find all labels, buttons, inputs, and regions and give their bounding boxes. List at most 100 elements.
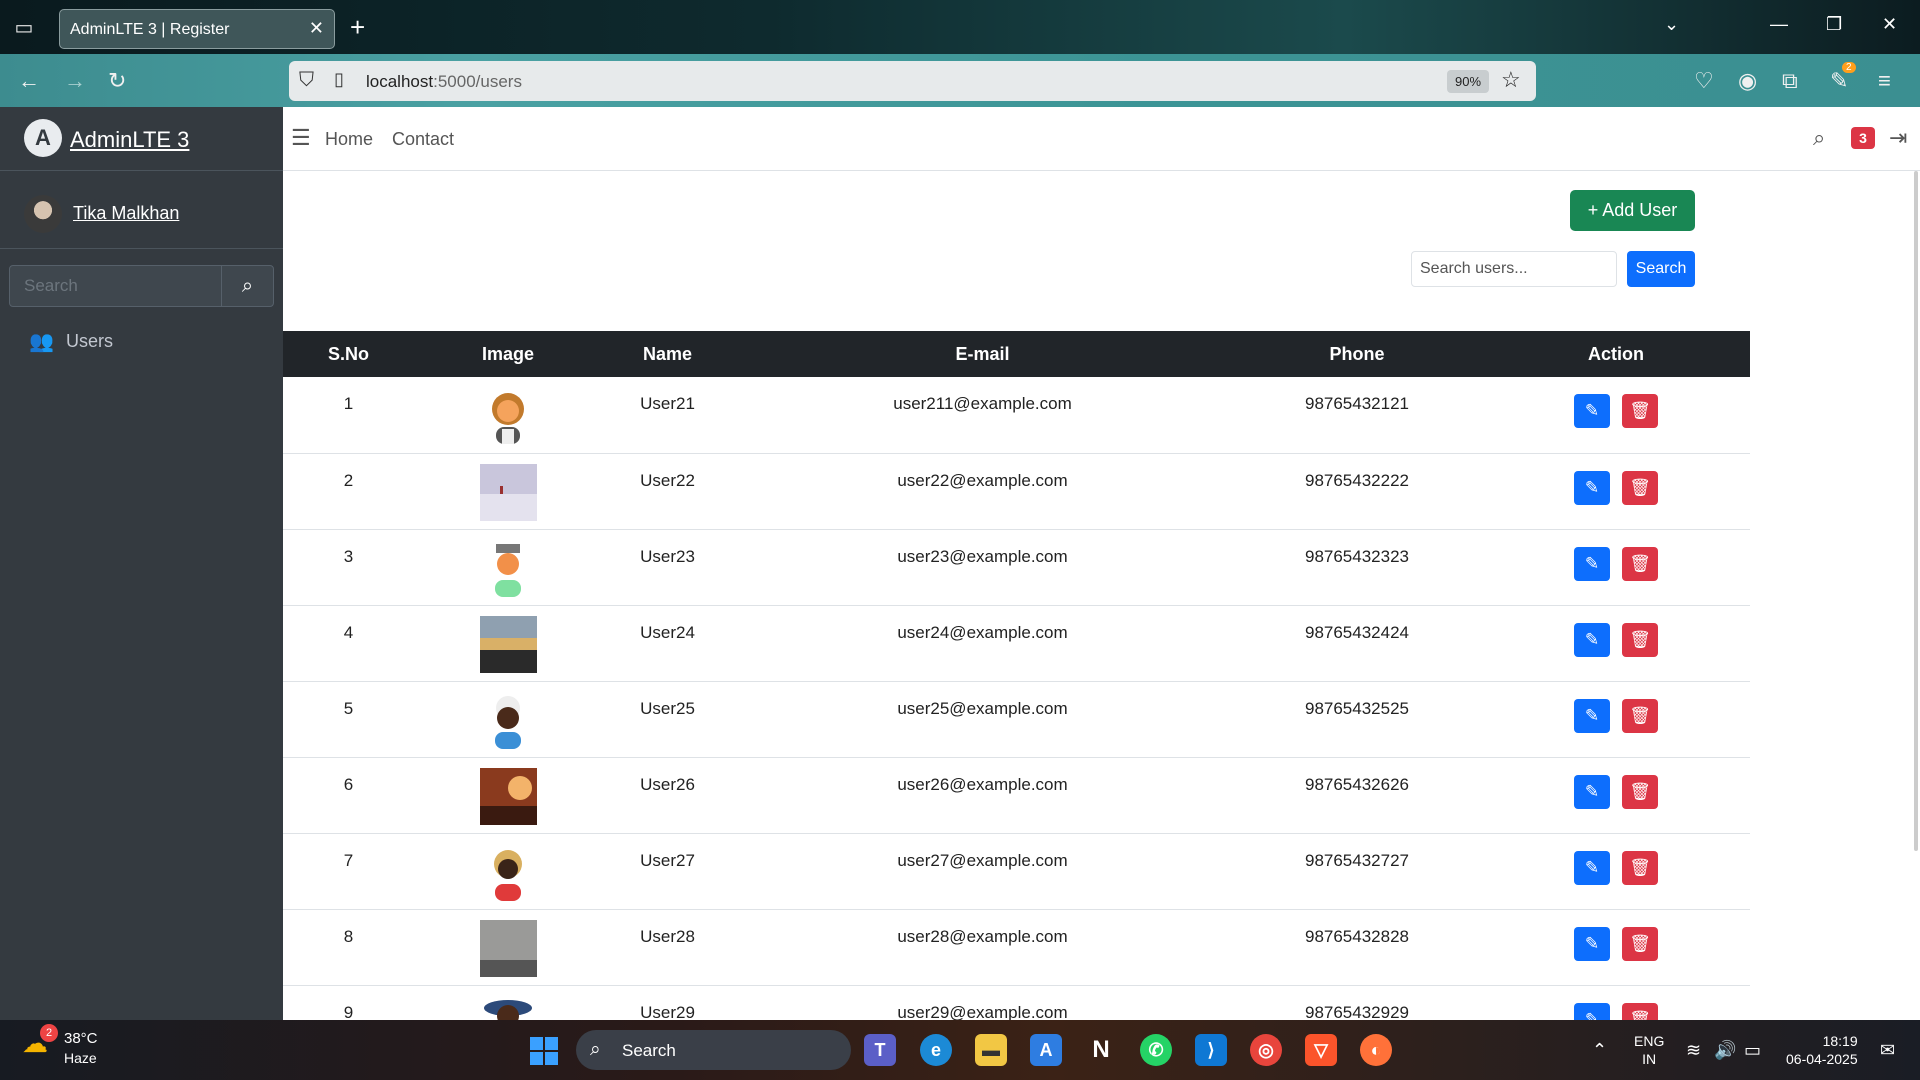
browser-tab[interactable]: AdminLTE 3 | Register ✕	[59, 9, 335, 49]
edit-icon[interactable]: ✎	[1574, 1002, 1610, 1020]
edit-icon[interactable]: ✎	[1574, 774, 1610, 809]
cell-action: ✎ 🗑	[1482, 757, 1750, 834]
scrollbar[interactable]	[1914, 171, 1918, 851]
volume-icon[interactable]: 🔊	[1714, 1040, 1736, 1061]
extensions-icon[interactable]: ⧉	[1782, 68, 1798, 94]
search-button[interactable]: Search	[1627, 251, 1695, 287]
notification-badge[interactable]: 3	[1851, 127, 1875, 149]
cell-phone: 98765432828	[1232, 909, 1482, 986]
weather-desc: Haze	[64, 1050, 97, 1066]
cell-image	[414, 985, 602, 1020]
edit-icon[interactable]: ✎	[1574, 698, 1610, 733]
tab-overflow-chevron-icon[interactable]: ⌄	[1664, 14, 1679, 35]
app-icon[interactable]: A	[1030, 1034, 1062, 1066]
cell-action: ✎ 🗑	[1482, 605, 1750, 682]
cell-name: User29	[602, 985, 733, 1020]
clock[interactable]: 18:19 06-04-2025	[1786, 1032, 1858, 1068]
tab-close-icon[interactable]: ✕	[309, 18, 324, 39]
weather-badge: 2	[40, 1024, 58, 1042]
taskbar-search[interactable]: ⌕ Search	[576, 1030, 851, 1070]
new-tab-icon[interactable]: +	[350, 12, 365, 43]
teams-icon[interactable]: T	[864, 1034, 896, 1066]
user-avatar-image	[493, 849, 522, 901]
hamburger-icon[interactable]: ☰	[291, 125, 311, 151]
sidebar-item-users[interactable]: 👥 Users	[9, 319, 274, 361]
delete-icon[interactable]: 🗑	[1622, 1002, 1658, 1020]
weather-widget[interactable]: ☁ 2 38°C Haze	[22, 1024, 98, 1066]
cell-image	[414, 377, 602, 454]
wifi-icon[interactable]: ≋	[1686, 1040, 1701, 1061]
chrome-icon[interactable]: ◎	[1250, 1034, 1282, 1066]
vscode-icon[interactable]: ⟩	[1195, 1034, 1227, 1066]
url-text[interactable]: localhost:5000/users	[366, 72, 522, 92]
edit-icon[interactable]: ✎	[1574, 926, 1610, 961]
search-icon[interactable]: ⌕	[221, 266, 273, 306]
user-avatar	[24, 195, 62, 233]
brand[interactable]: A AdminLTE 3	[0, 107, 283, 171]
cell-phone: 98765432727	[1232, 833, 1482, 910]
chevron-up-icon[interactable]: ⌃	[1592, 1040, 1607, 1061]
notification-icon[interactable]: ✉	[1880, 1040, 1895, 1061]
nav-home[interactable]: Home	[325, 129, 373, 150]
delete-icon[interactable]: 🗑	[1622, 850, 1658, 885]
cell-sno: 9	[283, 985, 414, 1020]
edit-icon[interactable]: ✎	[1574, 470, 1610, 505]
file-explorer-icon[interactable]: ▬	[975, 1034, 1007, 1066]
nav-contact[interactable]: Contact	[392, 129, 454, 150]
cell-email: user211@example.com	[733, 377, 1232, 454]
battery-icon[interactable]: ▭	[1744, 1040, 1761, 1061]
cell-name: User27	[602, 833, 733, 910]
menu-icon[interactable]: ≡	[1878, 68, 1891, 94]
edge-icon[interactable]: e	[920, 1034, 952, 1066]
restore-icon[interactable]: ❐	[1826, 14, 1842, 35]
pocket-icon[interactable]: ♡	[1694, 68, 1714, 94]
delete-icon[interactable]: 🗑	[1622, 470, 1658, 505]
edit-icon[interactable]: ✎	[1574, 546, 1610, 581]
cell-email: user22@example.com	[733, 453, 1232, 530]
zoom-level[interactable]: 90%	[1447, 70, 1489, 93]
cell-sno: 6	[283, 757, 414, 834]
edit-icon[interactable]: ✎	[1574, 850, 1610, 885]
close-window-icon[interactable]: ✕	[1882, 14, 1897, 35]
bookmark-star-icon[interactable]: ☆	[1501, 67, 1521, 93]
user-panel: Tika Malkhan	[0, 171, 283, 249]
logout-icon[interactable]: ⇥	[1889, 125, 1907, 151]
add-user-button[interactable]: + Add User	[1570, 190, 1695, 231]
back-icon[interactable]: ←	[18, 68, 40, 94]
delete-icon[interactable]: 🗑	[1622, 774, 1658, 809]
table-row: 6 User26 user26@example.com 98765432626 …	[283, 757, 1750, 834]
delete-icon[interactable]: 🗑	[1622, 546, 1658, 581]
user-avatar-image	[491, 393, 524, 444]
reload-icon[interactable]: ↻	[108, 68, 126, 94]
taskbar-search-label: Search	[622, 1041, 676, 1060]
language-indicator[interactable]: ENG IN	[1634, 1032, 1664, 1068]
cell-email: user29@example.com	[733, 985, 1232, 1020]
delete-icon[interactable]: 🗑	[1622, 622, 1658, 657]
brand-text[interactable]: AdminLTE 3	[70, 127, 189, 153]
tab-list-icon[interactable]: ▭	[10, 14, 38, 42]
edit-icon[interactable]: ✎	[1574, 394, 1610, 428]
cell-phone: 98765432424	[1232, 605, 1482, 682]
brave-icon[interactable]: ▽	[1305, 1034, 1337, 1066]
cell-image	[414, 453, 602, 530]
table-row: 8 User28 user28@example.com 98765432828 …	[283, 909, 1750, 986]
edit-icon[interactable]: ✎	[1574, 622, 1610, 657]
search-users-input[interactable]	[1411, 251, 1617, 287]
notion-icon[interactable]: N	[1085, 1034, 1117, 1066]
search-icon[interactable]: ⌕	[1813, 125, 1825, 151]
delete-icon[interactable]: 🗑	[1622, 698, 1658, 733]
url-bar[interactable]: ⛉ ▯ localhost:5000/users 90% ☆	[289, 61, 1536, 101]
delete-icon[interactable]: 🗑	[1622, 394, 1658, 428]
user-name[interactable]: Tika Malkhan	[73, 203, 179, 224]
sidebar-item-label: Users	[66, 331, 114, 351]
forward-icon[interactable]: →	[64, 68, 86, 94]
whatsapp-icon[interactable]: ✆	[1140, 1034, 1172, 1066]
start-button[interactable]	[530, 1037, 558, 1065]
account-icon[interactable]: ◉	[1738, 68, 1757, 94]
minimize-icon[interactable]: —	[1770, 14, 1788, 35]
page-icon: ▯	[334, 69, 344, 89]
shield-icon[interactable]: ⛉	[299, 69, 314, 92]
sidebar-search-input[interactable]	[10, 266, 223, 306]
firefox-icon[interactable]: ◐	[1360, 1034, 1392, 1066]
delete-icon[interactable]: 🗑	[1622, 926, 1658, 961]
